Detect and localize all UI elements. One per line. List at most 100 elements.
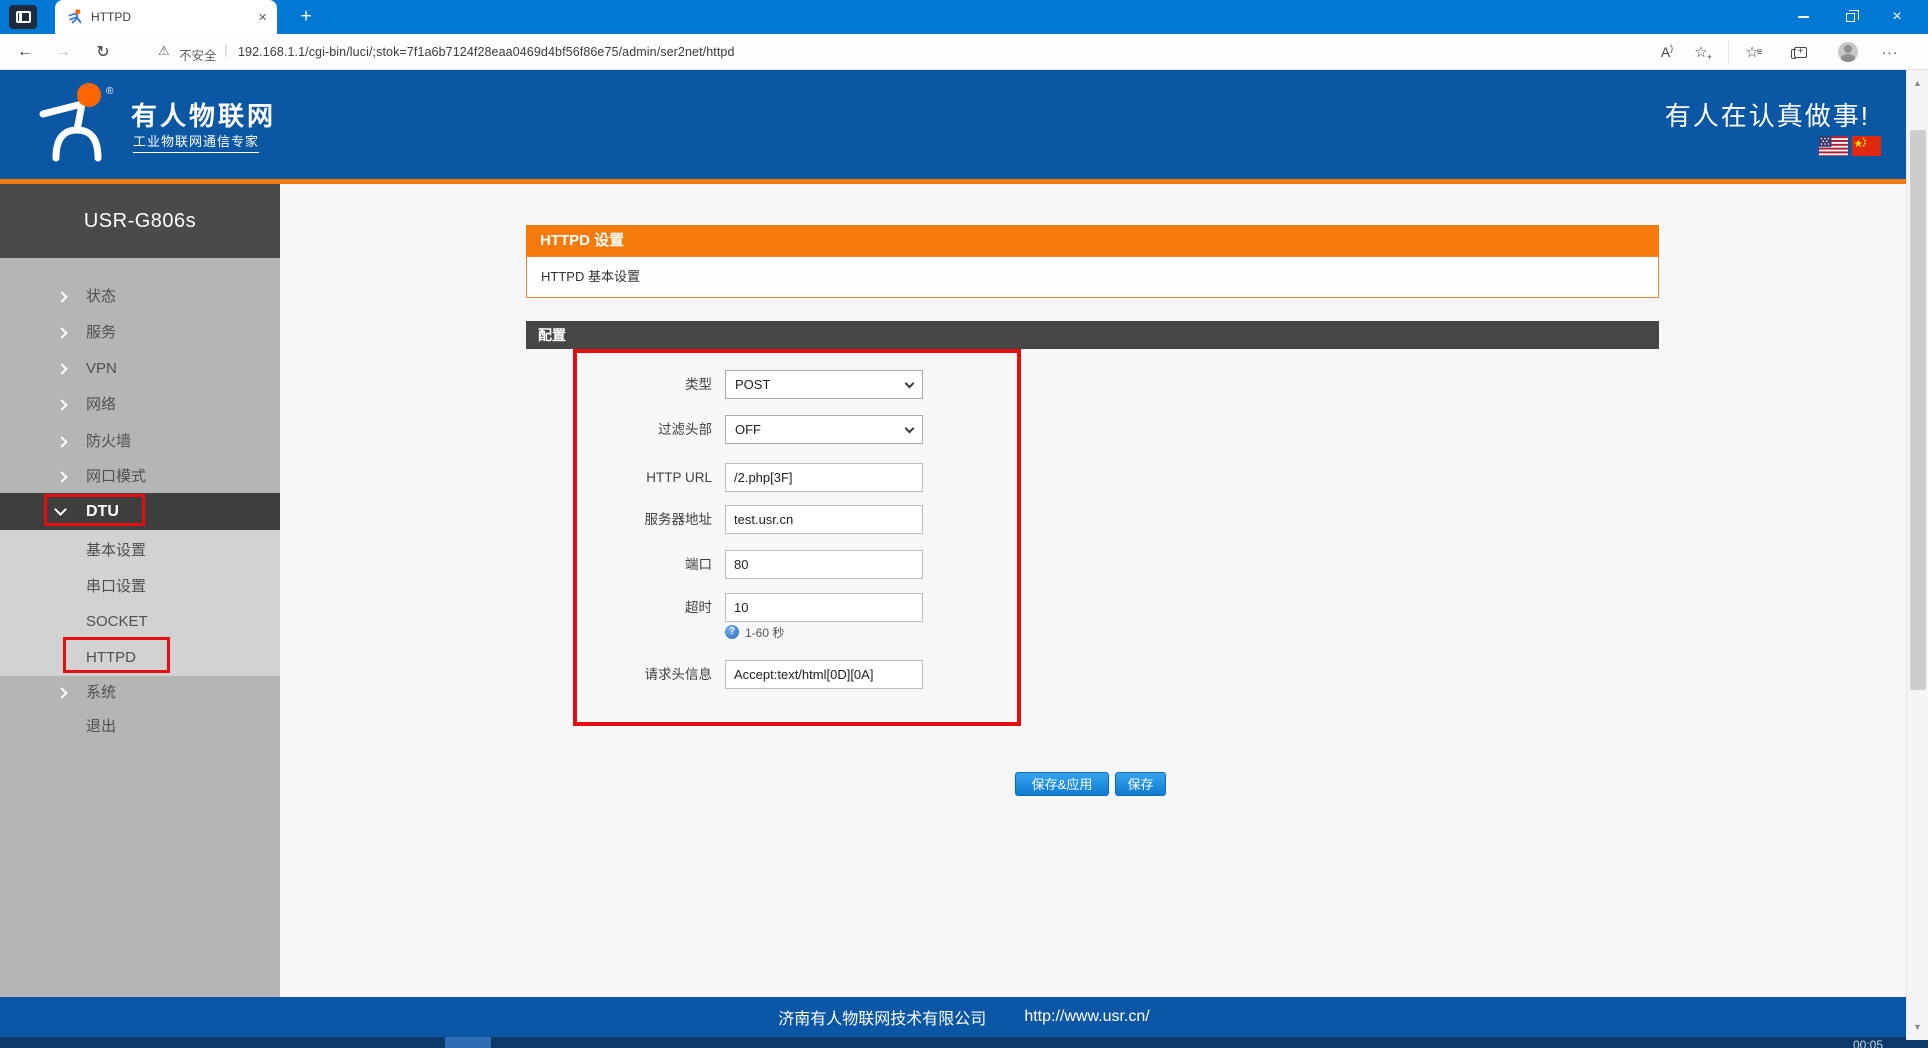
sidebar-item-network[interactable]: 网络 bbox=[0, 393, 280, 417]
request-headers-input[interactable] bbox=[725, 660, 923, 689]
workspaces-button[interactable] bbox=[9, 5, 37, 29]
us-flag-icon[interactable] bbox=[1819, 136, 1848, 156]
submenu-item-basic-settings[interactable]: 基本设置 bbox=[0, 539, 280, 563]
sidebar-item-vpn[interactable]: VPN bbox=[0, 357, 280, 381]
refresh-button[interactable]: ↻ bbox=[88, 34, 118, 70]
sidebar-item-label: 服务 bbox=[86, 321, 116, 345]
server-address-label: 服务器地址 bbox=[540, 505, 712, 534]
chevron-right-icon bbox=[56, 327, 67, 338]
timeout-hint-text: 1-60 秒 bbox=[745, 624, 784, 641]
chevron-right-icon bbox=[56, 471, 67, 482]
avatar-icon bbox=[1838, 42, 1858, 62]
read-aloud-button[interactable]: A) bbox=[1652, 34, 1682, 70]
window-minimize-button[interactable] bbox=[1781, 0, 1825, 34]
page-scrollbar[interactable]: ▲ ▼ bbox=[1906, 70, 1928, 1040]
scroll-up-icon[interactable]: ▲ bbox=[1907, 78, 1928, 88]
registered-mark: ® bbox=[106, 86, 113, 97]
favorites-button[interactable]: ☆≡ bbox=[1738, 34, 1770, 70]
section-note-box: HTTPD 基本设置 bbox=[526, 256, 1659, 298]
add-favorite-button[interactable]: ☆+ bbox=[1686, 34, 1716, 70]
chevron-right-icon bbox=[56, 363, 67, 374]
window-close-button[interactable]: × bbox=[1875, 0, 1919, 34]
request-headers-label: 请求头信息 bbox=[540, 660, 712, 689]
site-header: ® 有人物联网 工业物联网通信专家 有人在认真做事! bbox=[0, 70, 1928, 179]
browser-tab-bar: HTTPD × + × bbox=[0, 0, 1928, 34]
sidebar-item-label: VPN bbox=[86, 357, 117, 381]
tab-close-icon[interactable]: × bbox=[258, 10, 267, 25]
dtu-submenu: 基本设置 串口设置 SOCKET HTTPD bbox=[0, 530, 280, 676]
submenu-item-label: 基本设置 bbox=[86, 539, 146, 563]
server-address-input[interactable] bbox=[725, 505, 923, 534]
scroll-down-icon[interactable]: ▼ bbox=[1907, 1022, 1928, 1032]
submenu-item-httpd[interactable]: HTTPD bbox=[0, 646, 280, 670]
back-button[interactable]: ← bbox=[10, 34, 40, 70]
restore-icon bbox=[1846, 13, 1855, 22]
header-slogan: 有人在认真做事! bbox=[1665, 96, 1870, 133]
not-secure-label[interactable]: 不安全 bbox=[179, 45, 217, 64]
http-url-label: HTTP URL bbox=[540, 463, 712, 492]
new-tab-button[interactable]: + bbox=[293, 4, 319, 30]
section-title-bar: HTTPD 设置 bbox=[526, 225, 1659, 256]
type-select[interactable]: POST bbox=[725, 370, 923, 399]
sidebar: USR-G806s 状态 服务 VPN 网络 防火墙 网口模式 DTU bbox=[0, 184, 280, 997]
timeout-hint: ? 1-60 秒 bbox=[725, 624, 784, 640]
chevron-down-icon bbox=[905, 378, 915, 388]
sidebar-item-port-mode[interactable]: 网口模式 bbox=[0, 465, 280, 489]
cn-flag-icon[interactable] bbox=[1852, 136, 1881, 156]
submenu-item-serial-settings[interactable]: 串口设置 bbox=[0, 575, 280, 599]
chevron-right-icon bbox=[56, 687, 67, 698]
url-divider: | bbox=[224, 41, 228, 57]
submenu-item-label: 串口设置 bbox=[86, 575, 146, 599]
read-aloud-waves-icon: ) bbox=[1670, 43, 1673, 53]
sidebar-item-logout[interactable]: 退出 bbox=[0, 715, 280, 739]
lines-icon: ≡ bbox=[1757, 47, 1763, 58]
brand-title: 有人物联网 bbox=[131, 96, 276, 133]
sidebar-item-dtu[interactable]: DTU bbox=[0, 493, 280, 530]
port-label: 端口 bbox=[540, 550, 712, 579]
read-aloud-icon: A bbox=[1661, 44, 1670, 60]
header-accent-strip bbox=[0, 179, 1928, 184]
tab-title: HTTPD bbox=[91, 10, 131, 24]
browser-tab[interactable]: HTTPD × bbox=[55, 0, 277, 34]
http-url-input[interactable] bbox=[725, 463, 923, 492]
sidebar-item-label: 网络 bbox=[86, 393, 116, 417]
type-select-value: POST bbox=[735, 377, 770, 392]
minimize-icon bbox=[1798, 16, 1809, 18]
sidebar-item-system[interactable]: 系统 bbox=[0, 681, 280, 705]
scrollbar-thumb[interactable] bbox=[1910, 130, 1926, 690]
filter-select-value: OFF bbox=[735, 422, 761, 437]
sidebar-item-services[interactable]: 服务 bbox=[0, 321, 280, 345]
toolbar-separator bbox=[1728, 40, 1729, 64]
filter-header-select[interactable]: OFF bbox=[725, 415, 923, 444]
device-name: USR-G806s bbox=[0, 184, 280, 258]
forward-button[interactable]: → bbox=[48, 34, 78, 70]
screen: HTTPD × + × ← → ↻ ⚠ 不安全 | 192.168.1.1/cg… bbox=[0, 0, 1928, 1048]
submenu-item-label: HTTPD bbox=[86, 646, 136, 670]
workspaces-icon bbox=[16, 11, 31, 23]
save-button[interactable]: 保存 bbox=[1115, 772, 1166, 796]
overlay-time: 00:05 bbox=[1853, 1038, 1883, 1048]
port-input[interactable] bbox=[725, 550, 923, 579]
page-footer: 济南有人物联网技术有限公司 http://www.usr.cn/ bbox=[0, 997, 1928, 1037]
settings-menu-button[interactable]: ··· bbox=[1874, 34, 1906, 70]
type-label: 类型 bbox=[540, 370, 712, 399]
chevron-right-icon bbox=[56, 291, 67, 302]
collections-button[interactable] bbox=[1784, 34, 1816, 70]
timeout-input[interactable] bbox=[725, 593, 923, 622]
profile-button[interactable] bbox=[1832, 34, 1864, 70]
address-bar[interactable]: 192.168.1.1/cgi-bin/luci/;stok=7f1a6b712… bbox=[238, 45, 735, 59]
save-apply-button[interactable]: 保存&应用 bbox=[1015, 772, 1109, 796]
sidebar-item-label: 网口模式 bbox=[86, 465, 146, 489]
submenu-item-socket[interactable]: SOCKET bbox=[0, 610, 280, 634]
sidebar-item-label: DTU bbox=[86, 493, 119, 530]
window-restore-button[interactable] bbox=[1828, 0, 1872, 34]
timeout-label: 超时 bbox=[540, 593, 712, 622]
chevron-down-icon bbox=[905, 423, 915, 433]
help-icon: ? bbox=[725, 625, 739, 639]
sidebar-item-label: 系统 bbox=[86, 681, 116, 705]
sidebar-item-firewall[interactable]: 防火墙 bbox=[0, 430, 280, 454]
browser-toolbar: ← → ↻ ⚠ 不安全 | 192.168.1.1/cgi-bin/luci/;… bbox=[0, 34, 1928, 70]
sidebar-item-status[interactable]: 状态 bbox=[0, 285, 280, 309]
footer-website-link[interactable]: http://www.usr.cn/ bbox=[1024, 1008, 1149, 1026]
filter-header-label: 过滤头部 bbox=[540, 415, 712, 444]
